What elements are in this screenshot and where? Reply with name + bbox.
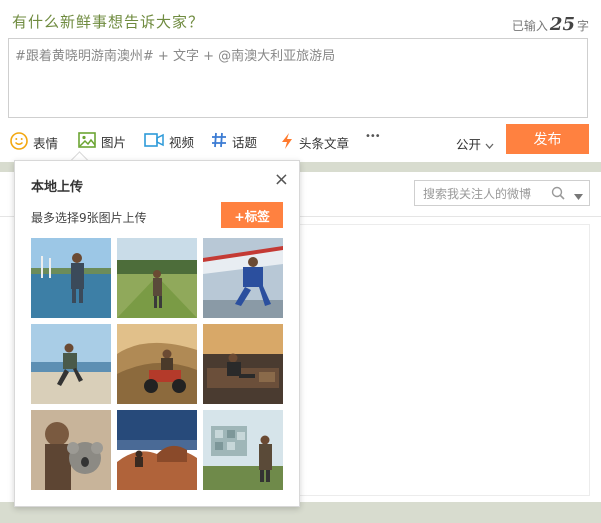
close-icon[interactable]: ×: [274, 169, 289, 190]
popover-title: 本地上传: [31, 180, 84, 195]
image-label: 图片: [101, 135, 127, 150]
image-icon: [78, 132, 96, 151]
add-tag-button[interactable]: +标签: [221, 202, 283, 228]
video-button[interactable]: 视频: [144, 132, 194, 151]
smile-icon: [10, 132, 28, 153]
visibility-dropdown[interactable]: 公开: [456, 134, 494, 153]
thumbnail-9[interactable]: [203, 410, 283, 490]
video-icon: [144, 132, 164, 151]
publish-button[interactable]: 发布: [506, 124, 589, 154]
more-button[interactable]: •••: [365, 131, 381, 142]
caret-down-icon[interactable]: [574, 189, 583, 203]
feed-search-placeholder: 搜索我关注人的微博: [423, 186, 532, 201]
emoji-button[interactable]: 表情: [10, 132, 58, 153]
article-label: 头条文章: [299, 136, 350, 151]
composer-toolbar: 表情 图片 视频 话题 头条文章 ••• 公开 发布: [8, 124, 593, 158]
thumbnail-7[interactable]: [31, 410, 111, 490]
char-counter: 已输入 25 字: [512, 14, 589, 35]
article-button[interactable]: 头条文章: [280, 132, 349, 153]
composer-prompt: 有什么新鲜事想告诉大家？: [12, 13, 205, 31]
thumbnail-2[interactable]: [117, 238, 197, 318]
thumbnail-6[interactable]: [203, 324, 283, 404]
emoji-label: 表情: [33, 136, 59, 151]
thumbnail-4[interactable]: [31, 324, 111, 404]
topic-button[interactable]: 话题: [211, 132, 257, 151]
counter-value: 25: [549, 14, 575, 35]
thumbnail-grid: [31, 238, 283, 490]
topic-label: 话题: [232, 135, 258, 150]
post-composer: 有什么新鲜事想告诉大家？ 已输入 25 字 #跟着黄晓明游南澳州# + 文字 + @…: [0, 0, 601, 162]
hashtag-icon: [211, 132, 227, 151]
image-upload-popover: 本地上传 × 最多选择9张图片上传 +标签: [14, 160, 300, 507]
thumbnail-3[interactable]: [203, 238, 283, 318]
lightning-icon: [280, 132, 294, 153]
counter-prefix: 已输入: [511, 19, 548, 33]
feed-search-input[interactable]: 搜索我关注人的微博: [414, 180, 590, 206]
video-label: 视频: [169, 135, 195, 150]
counter-suffix: 字: [576, 19, 589, 33]
search-icon[interactable]: [551, 186, 565, 203]
thumbnail-1[interactable]: [31, 238, 111, 318]
visibility-label: 公开: [456, 137, 482, 152]
chevron-down-icon: [485, 137, 494, 152]
image-button[interactable]: 图片: [78, 132, 126, 151]
popover-subtitle: 最多选择9张图片上传: [31, 211, 147, 225]
post-textarea[interactable]: #跟着黄晓明游南澳州# + 文字 + @南澳大利亚旅游局: [8, 38, 588, 118]
thumbnail-5[interactable]: [117, 324, 197, 404]
thumbnail-8[interactable]: [117, 410, 197, 490]
